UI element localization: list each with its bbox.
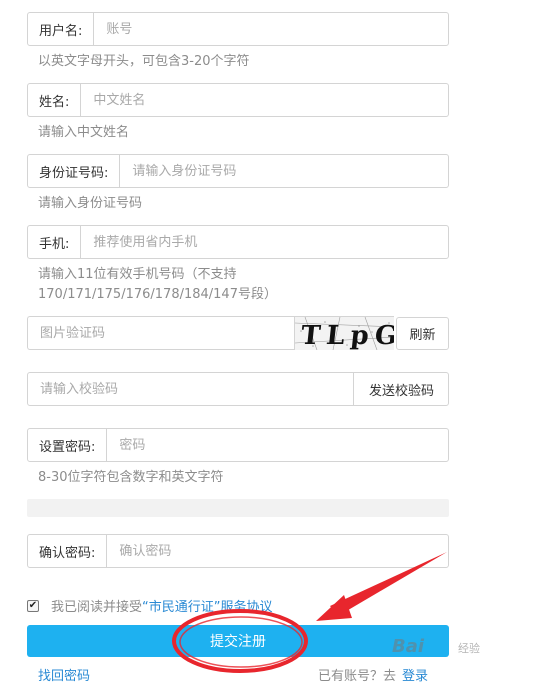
phone-label: 手机: — [28, 226, 82, 258]
phone-field: 手机: — [27, 225, 449, 259]
phone-hint-line2: 170/171/175/176/178/184/147号段） — [38, 287, 277, 302]
confirm-password-field: 确认密码: — [27, 534, 449, 568]
name-input[interactable] — [81, 84, 448, 116]
captcha-text: TLpG — [299, 321, 394, 350]
idcard-label: 身份证号码: — [28, 155, 121, 187]
username-field: 用户名: — [27, 12, 449, 46]
password-label: 设置密码: — [28, 429, 108, 461]
captcha-noise: TLpG — [295, 317, 394, 350]
name-field: 姓名: — [27, 83, 449, 117]
name-label: 姓名: — [28, 84, 82, 116]
confirm-password-label: 确认密码: — [28, 535, 108, 567]
refresh-captcha-button[interactable]: 刷新 — [396, 317, 449, 350]
agreement-row: ✔ 我已阅读并接受 “市民通行证”服务协议 — [27, 596, 273, 615]
submit-register-button[interactable]: 提交注册 — [27, 625, 449, 657]
idcard-hint: 请输入身份证号码 — [38, 196, 143, 211]
captcha-image[interactable]: TLpG — [294, 317, 394, 350]
idcard-field: 身份证号码: — [27, 154, 449, 188]
username-input[interactable] — [94, 13, 448, 45]
confirm-password-input[interactable] — [107, 535, 448, 567]
idcard-input[interactable] — [120, 155, 448, 187]
phone-input[interactable] — [81, 226, 448, 258]
password-hint: 8-30位字符包含数字和英文字符 — [38, 470, 224, 485]
password-field: 设置密码: — [27, 428, 449, 462]
name-hint: 请输入中文姓名 — [38, 125, 130, 140]
username-hint: 以英文字母开头，可包含3-20个字符 — [38, 54, 250, 69]
captcha-input[interactable] — [28, 317, 295, 349]
agreement-checkbox[interactable]: ✔ — [27, 599, 39, 612]
agreement-link[interactable]: “市民通行证”服务协议 — [142, 596, 272, 615]
login-link[interactable]: 登录 — [402, 669, 428, 684]
have-account-label: 已有账号？去 — [318, 669, 397, 684]
password-input[interactable] — [107, 429, 448, 461]
username-label: 用户名: — [28, 13, 95, 45]
find-password-link[interactable]: 找回密码 — [38, 665, 90, 684]
captcha-field — [27, 316, 295, 350]
watermark-sub: 经验 — [458, 642, 480, 655]
phone-hint-line1: 请输入11位有效手机号码（不支持 — [38, 267, 237, 282]
agreement-text: 我已阅读并接受 — [51, 600, 143, 615]
have-account-text: 已有账号？去 登录 — [318, 665, 428, 684]
password-strength-bar — [27, 499, 449, 517]
arrow-head — [316, 595, 352, 621]
send-sms-button[interactable]: 发送校验码 — [353, 373, 449, 405]
watermark-logo: Bai — [392, 636, 425, 657]
